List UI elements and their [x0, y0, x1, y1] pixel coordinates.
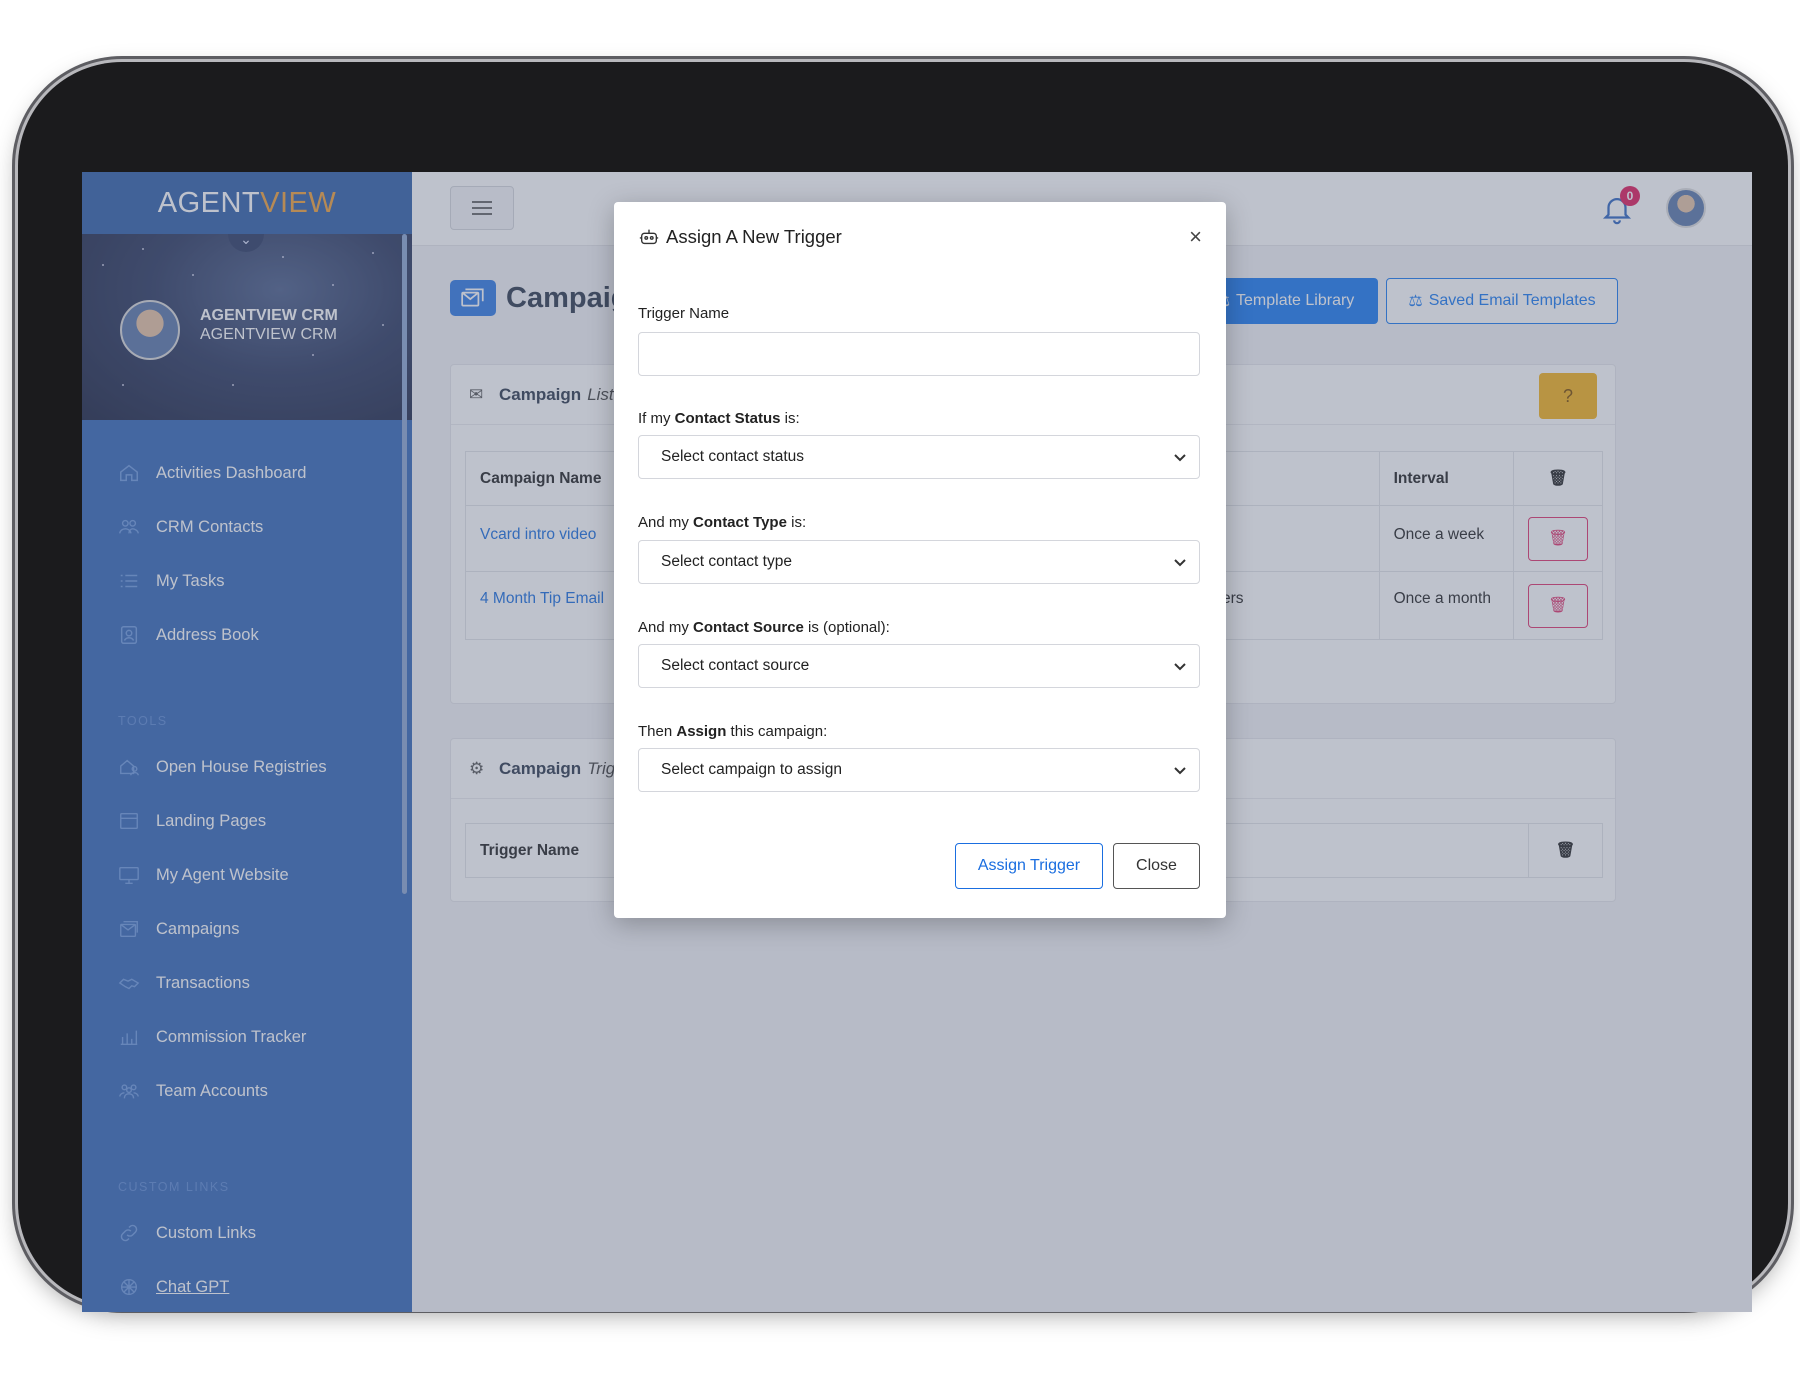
modal-title-text: Assign A New Trigger: [666, 226, 842, 247]
modal-title: Assign A New Trigger: [638, 226, 842, 248]
assign-trigger-button[interactable]: Assign Trigger: [955, 843, 1103, 889]
close-button[interactable]: Close: [1113, 843, 1200, 889]
chevron-down-icon: [1174, 454, 1186, 462]
contact-status-value: Select contact status: [661, 448, 805, 465]
contact-type-value: Select contact type: [661, 553, 792, 570]
trigger-name-label: Trigger Name: [638, 305, 730, 322]
chevron-down-icon: [1174, 663, 1186, 671]
assign-campaign-label: Then Assign this campaign:: [638, 723, 828, 740]
contact-status-label: If my Contact Status is:: [638, 410, 800, 427]
robot-icon: [638, 226, 660, 248]
contact-source-value: Select contact source: [661, 657, 810, 674]
chevron-down-icon: [1174, 767, 1186, 775]
app-screen: AGENT VIEW ⌄ AGENTVIEW CRM AGENTVIEW CRM …: [82, 172, 1752, 1312]
tablet-frame: AGENT VIEW ⌄ AGENTVIEW CRM AGENTVIEW CRM …: [18, 62, 1788, 1312]
contact-status-select[interactable]: Select contact status: [638, 435, 1200, 479]
contact-type-label: And my Contact Type is:: [638, 514, 807, 531]
assign-trigger-modal: Assign A New Trigger × Trigger Name If m…: [614, 202, 1226, 918]
close-icon[interactable]: ×: [1189, 224, 1202, 250]
chevron-down-icon: [1174, 559, 1186, 567]
contact-source-select[interactable]: Select contact source: [638, 644, 1200, 688]
assign-campaign-select[interactable]: Select campaign to assign: [638, 748, 1200, 792]
assign-campaign-value: Select campaign to assign: [661, 761, 842, 778]
contact-source-label: And my Contact Source is (optional):: [638, 619, 890, 636]
contact-type-select[interactable]: Select contact type: [638, 540, 1200, 584]
trigger-name-input[interactable]: [638, 332, 1200, 376]
